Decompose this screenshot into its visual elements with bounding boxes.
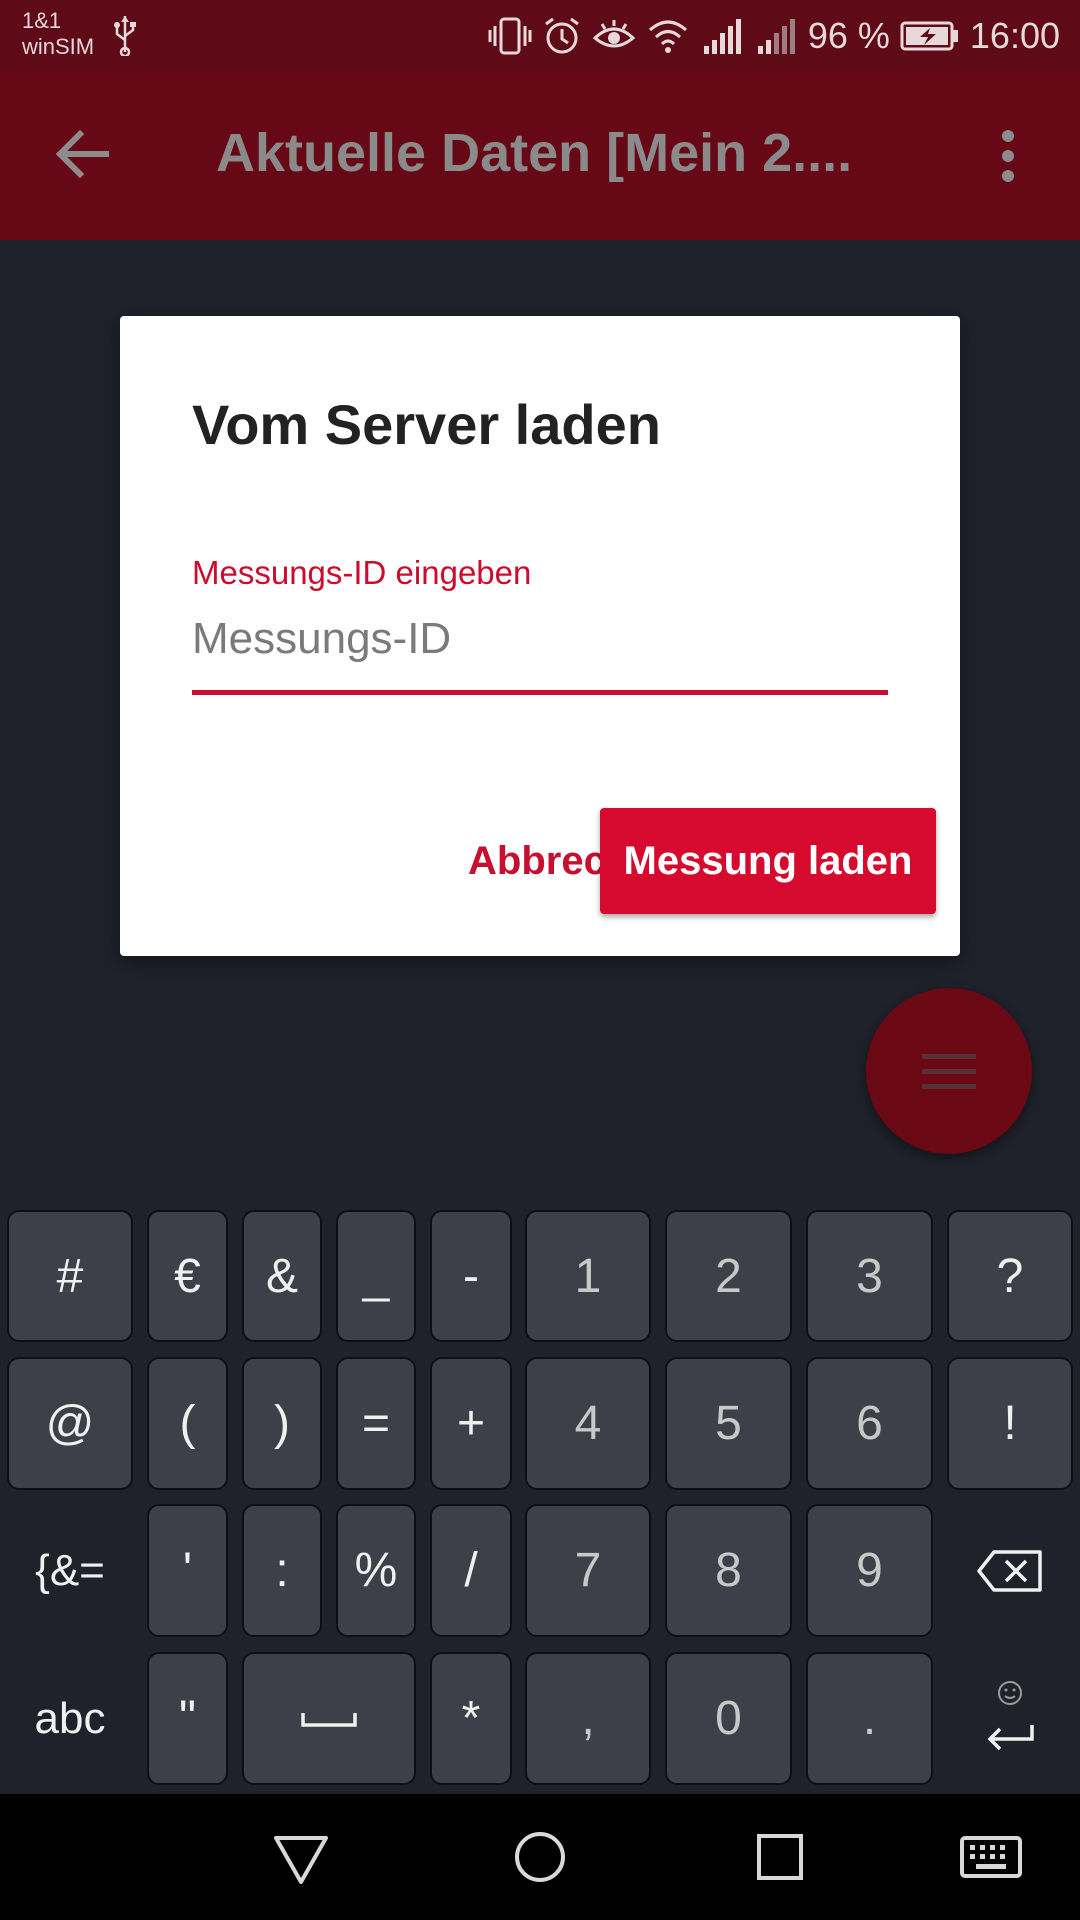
measurement-id-label: Messungs-ID eingeben	[192, 554, 532, 591]
key-paren-open[interactable]: (	[147, 1357, 228, 1490]
back-triangle-icon[interactable]	[268, 1824, 334, 1890]
signal-icon	[703, 19, 741, 54]
clock: 16:00	[969, 15, 1060, 56]
wifi-icon	[648, 20, 687, 53]
key-underscore[interactable]: _	[336, 1210, 416, 1342]
key-apostrophe[interactable]: '	[147, 1504, 228, 1637]
key-paren-close[interactable]: )	[242, 1357, 322, 1490]
load-from-server-dialog: Vom Server laden Messungs-ID eingeben Ab…	[120, 316, 960, 956]
symbol-keyboard: # € & _ - 1 2 3 ? @ ( ) = + 4 5 6 ! {&= …	[0, 1200, 1080, 1794]
menu-fab[interactable]	[866, 988, 1032, 1154]
carrier-line-2: winSIM	[22, 34, 95, 59]
key-percent[interactable]: %	[336, 1504, 416, 1637]
key-ampersand[interactable]: &	[242, 1210, 322, 1342]
measurement-id-input[interactable]	[192, 604, 888, 674]
key-abc-toggle[interactable]: abc	[7, 1652, 133, 1785]
vibrate-icon	[488, 17, 532, 55]
key-2[interactable]: 2	[665, 1210, 792, 1342]
key-7[interactable]: 7	[525, 1504, 651, 1637]
key-euro[interactable]: €	[147, 1210, 228, 1342]
key-symbols-toggle[interactable]: {&=	[7, 1504, 133, 1637]
key-hash[interactable]: #	[7, 1210, 133, 1342]
key-space[interactable]	[242, 1652, 416, 1785]
key-enter[interactable]	[947, 1652, 1073, 1785]
key-asterisk[interactable]: *	[430, 1652, 512, 1785]
menu-icon	[922, 1054, 976, 1089]
backspace-icon	[977, 1549, 1042, 1592]
eye-comfort-icon	[592, 20, 636, 48]
key-period[interactable]: .	[806, 1652, 933, 1785]
key-at[interactable]: @	[7, 1357, 133, 1490]
app-bar: Aktuelle Daten [Mein 2....	[0, 72, 1080, 240]
back-arrow-icon[interactable]	[52, 124, 112, 184]
status-bar: 1&1 winSIM 96 % 16:00	[0, 0, 1080, 72]
status-icons: 96 % 16:00	[488, 10, 1060, 62]
key-1[interactable]: 1	[525, 1210, 651, 1342]
key-minus[interactable]: -	[430, 1210, 512, 1342]
key-4[interactable]: 4	[525, 1357, 651, 1490]
key-comma[interactable]: ,	[525, 1652, 651, 1785]
signal-icon-2	[757, 19, 795, 54]
keyboard-icon[interactable]	[958, 1824, 1024, 1890]
input-underline	[192, 690, 888, 695]
key-3[interactable]: 3	[806, 1210, 933, 1342]
key-exclamation[interactable]: !	[947, 1357, 1073, 1490]
key-double-quote[interactable]: "	[147, 1652, 228, 1785]
key-equals[interactable]: =	[336, 1357, 416, 1490]
key-9[interactable]: 9	[806, 1504, 933, 1637]
key-plus[interactable]: +	[430, 1357, 512, 1490]
key-question[interactable]: ?	[947, 1210, 1073, 1342]
load-measurement-button[interactable]: Messung laden	[600, 808, 936, 914]
navigation-bar	[0, 1794, 1080, 1920]
more-options-icon[interactable]	[990, 126, 1026, 186]
dialog-title: Vom Server laden	[192, 393, 661, 456]
key-5[interactable]: 5	[665, 1357, 792, 1490]
key-0[interactable]: 0	[665, 1652, 792, 1785]
usb-icon	[114, 16, 136, 56]
key-slash[interactable]: /	[430, 1504, 512, 1637]
alarm-icon	[544, 17, 579, 54]
home-circle-icon[interactable]	[507, 1824, 573, 1890]
key-colon[interactable]: :	[242, 1504, 322, 1637]
key-8[interactable]: 8	[665, 1504, 792, 1637]
carrier-line-1: 1&1	[22, 8, 62, 33]
battery-charging-icon	[900, 21, 958, 51]
recents-square-icon[interactable]	[747, 1824, 813, 1890]
app-title: Aktuelle Daten [Mein 2....	[216, 123, 853, 183]
enter-emoji-icon	[987, 1680, 1034, 1750]
carrier-label: 1&1 winSIM	[22, 8, 94, 60]
key-backspace[interactable]	[947, 1504, 1073, 1637]
key-6[interactable]: 6	[806, 1357, 933, 1490]
space-icon	[301, 1712, 357, 1727]
battery-percent: 96 %	[807, 15, 890, 56]
